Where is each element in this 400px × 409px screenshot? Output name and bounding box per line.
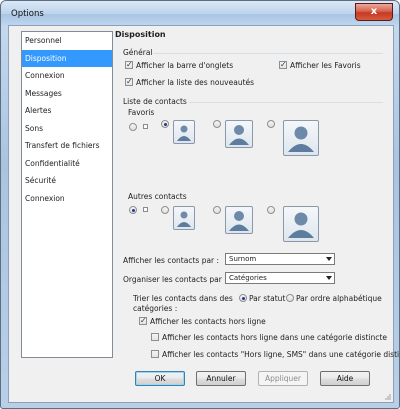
- sort-label-line1: Trier les contacts dans des: [133, 294, 233, 303]
- sidebar-item-alertes[interactable]: Alertes: [22, 102, 112, 120]
- show-contacts-value: Surnom: [229, 255, 257, 263]
- favorites-size-large-radio[interactable]: [267, 120, 275, 128]
- favorites-label: Afficher les Favoris: [290, 61, 361, 70]
- tab-bar-label: Afficher la barre d'onglets: [136, 61, 234, 70]
- apply-button[interactable]: Appliquer: [258, 371, 308, 386]
- check-icon: ✓: [126, 77, 133, 86]
- options-window: Options x Personnel Disposition Connexio…: [0, 0, 400, 409]
- sort-label-line2: catégories :: [133, 304, 178, 313]
- favorites-size-small-radio[interactable]: [161, 120, 169, 128]
- others-size-large-radio[interactable]: [267, 206, 275, 214]
- small-avatar-icon: [173, 120, 195, 144]
- small-avatar-icon: [173, 206, 195, 230]
- offline-sms-separate-checkbox[interactable]: [151, 350, 159, 358]
- tiny-avatar-icon: [143, 207, 148, 212]
- favorites-size-medium-radio[interactable]: [213, 120, 221, 128]
- sort-alphabetical-radio[interactable]: [286, 294, 294, 302]
- offline-contacts-checkbox[interactable]: ✓: [139, 317, 147, 325]
- dialog-body: Personnel Disposition Connexion Messages…: [8, 25, 399, 403]
- chevron-down-icon: [326, 257, 332, 261]
- check-icon: ✓: [126, 60, 133, 69]
- large-avatar-icon: [283, 120, 319, 156]
- close-button[interactable]: x: [355, 3, 393, 21]
- general-heading: Général: [123, 48, 153, 57]
- ok-button[interactable]: OK: [135, 371, 185, 386]
- sidebar-item-personnel[interactable]: Personnel: [22, 32, 112, 50]
- others-size-label: Autres contacts: [128, 192, 187, 201]
- whats-new-checkbox[interactable]: ✓: [125, 78, 133, 86]
- offline-separate-checkbox[interactable]: [151, 333, 159, 341]
- sidebar-item-confidentialite[interactable]: Confidentialité: [22, 155, 112, 173]
- cancel-button[interactable]: Annuler: [196, 371, 246, 386]
- disposition-panel: Disposition Général ✓ Afficher la barre …: [115, 30, 399, 360]
- others-size-small-radio[interactable]: [161, 206, 169, 214]
- favorites-size-label: Favoris: [128, 108, 155, 117]
- offline-sms-separate-label: Afficher les contacts "Hors ligne, SMS" …: [162, 350, 400, 359]
- check-icon: ✓: [280, 60, 287, 69]
- tiny-avatar-icon: [143, 124, 148, 129]
- chevron-down-icon: [326, 276, 332, 280]
- favorites-checkbox[interactable]: ✓: [279, 61, 287, 69]
- window-title: Options: [11, 9, 44, 19]
- help-button[interactable]: Aide: [320, 371, 370, 386]
- close-icon: x: [370, 6, 378, 17]
- organize-contacts-label: Organiser les contacts par :: [123, 275, 227, 284]
- sidebar-item-messages[interactable]: Messages: [22, 85, 112, 103]
- favorites-size-none-radio[interactable]: [129, 123, 137, 131]
- sidebar-item-connexion[interactable]: Connexion: [22, 67, 112, 85]
- organize-contacts-value: Catégories: [229, 274, 267, 282]
- sidebar-item-securite[interactable]: Sécurité: [22, 172, 112, 190]
- medium-avatar-icon: [225, 206, 253, 234]
- show-contacts-select[interactable]: Surnom: [225, 253, 335, 265]
- check-icon: ✓: [140, 316, 147, 325]
- contact-list-divider: [189, 102, 383, 103]
- offline-separate-label: Afficher les contacts hors ligne dans un…: [162, 333, 387, 342]
- category-list: Personnel Disposition Connexion Messages…: [21, 31, 113, 358]
- tab-bar-checkbox[interactable]: ✓: [125, 61, 133, 69]
- sidebar-item-transfert-fichiers[interactable]: Transfert de fichiers: [22, 137, 112, 155]
- title-bar[interactable]: Options x: [1, 1, 399, 27]
- sidebar-item-connexion-2[interactable]: Connexion: [22, 190, 112, 208]
- sort-alphabetical-label: Par ordre alphabétique: [296, 294, 382, 303]
- large-avatar-icon: [283, 206, 319, 242]
- others-size-medium-radio[interactable]: [213, 206, 221, 214]
- resize-grip-icon[interactable]: [383, 392, 391, 400]
- general-divider: [153, 53, 383, 54]
- sort-by-status-label: Par statut: [249, 294, 286, 303]
- whats-new-label: Afficher la liste des nouveautés: [136, 78, 255, 87]
- sort-by-status-radio[interactable]: [239, 294, 247, 302]
- others-size-none-radio[interactable]: [129, 206, 137, 214]
- sidebar-item-sons[interactable]: Sons: [22, 120, 112, 138]
- sidebar-item-disposition[interactable]: Disposition: [22, 49, 112, 67]
- organize-contacts-select[interactable]: Catégories: [225, 272, 335, 284]
- offline-contacts-label: Afficher les contacts hors ligne: [150, 317, 266, 326]
- panel-title: Disposition: [115, 30, 166, 39]
- show-contacts-label: Afficher les contacts par :: [123, 256, 220, 265]
- contact-list-heading: Liste de contacts: [123, 97, 187, 106]
- medium-avatar-icon: [225, 120, 253, 148]
